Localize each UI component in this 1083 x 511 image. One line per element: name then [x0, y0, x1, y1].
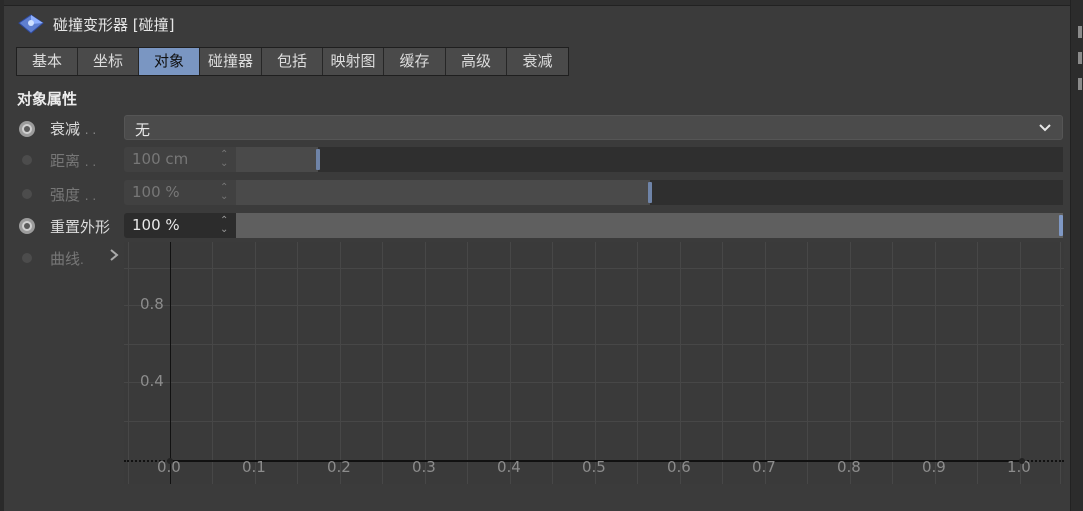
tab-cache[interactable]: 缓存 [384, 48, 446, 75]
distance-animate-radio[interactable] [22, 155, 32, 165]
falloff-label: 衰减 . . [50, 120, 97, 138]
x-tick-label: 0.9 [922, 458, 946, 476]
x-tick-label: 0.8 [837, 458, 861, 476]
restore-shape-slider-fill [236, 213, 1063, 238]
curve-point-end[interactable] [1019, 458, 1025, 464]
restore-shape-label: 重置外形 [50, 218, 111, 236]
falloff-value: 无 [135, 121, 151, 139]
distance-slider-handle[interactable] [316, 149, 320, 170]
tab-collider[interactable]: 碰撞器 [200, 48, 262, 75]
tab-coordinates[interactable]: 坐标 [78, 48, 139, 75]
tab-basic[interactable]: 基本 [17, 48, 78, 75]
section-title: 对象属性 [17, 90, 78, 108]
curve-graph[interactable]: 0.8 0.4 0.0 0.1 0.2 0.3 0.4 0.5 0.6 0.7 … [124, 242, 1064, 484]
tab-object[interactable]: 对象 [139, 48, 200, 75]
falloff-select[interactable]: 无 [124, 115, 1063, 140]
y-tick-label: 0.4 [140, 372, 164, 390]
right-panel-edge[interactable] [1070, 0, 1083, 511]
x-tick-label: 0.6 [667, 458, 691, 476]
distance-slider[interactable] [236, 147, 1063, 172]
restore-shape-stepper-icon[interactable]: ⌃ ⌄ [220, 216, 228, 235]
strength-slider-fill [236, 180, 650, 205]
strength-slider[interactable] [236, 180, 1063, 205]
falloff-animate-radio[interactable] [19, 121, 35, 137]
x-tick-label: 0.1 [242, 458, 266, 476]
left-panel-edge [0, 0, 4, 511]
restore-shape-value: 100 % [132, 216, 180, 234]
distance-value: 100 cm [132, 150, 189, 168]
x-tick-label: 0.4 [497, 458, 521, 476]
distance-slider-fill [236, 147, 318, 172]
distance-label: 距离 . . [50, 152, 97, 170]
x-tick-label: 0.2 [327, 458, 351, 476]
distance-field[interactable]: 100 cm ⌃ ⌄ [124, 147, 236, 172]
top-panel-strip [4, 0, 1070, 6]
strength-label: 强度 . . [50, 186, 97, 204]
scroll-mark [1078, 52, 1082, 64]
tab-include[interactable]: 包括 [262, 48, 323, 75]
strength-value: 100 % [132, 183, 180, 201]
curve-point-start[interactable] [167, 458, 173, 464]
strength-stepper-icon[interactable]: ⌃ ⌄ [220, 183, 228, 202]
restore-shape-slider[interactable] [236, 213, 1063, 238]
tab-map[interactable]: 映射图 [323, 48, 384, 75]
strength-animate-radio[interactable] [22, 189, 32, 199]
x-tick-label: 0.3 [412, 458, 436, 476]
tab-advanced[interactable]: 高级 [446, 48, 507, 75]
distance-stepper-icon[interactable]: ⌃ ⌄ [220, 150, 228, 169]
tab-bar: 基本 坐标 对象 碰撞器 包括 映射图 缓存 高级 衰减 [16, 47, 569, 76]
y-axis [170, 242, 171, 484]
restore-shape-animate-radio[interactable] [19, 218, 35, 234]
chevron-down-icon [1039, 124, 1051, 132]
collision-deformer-icon [18, 14, 44, 34]
curve-animate-radio[interactable] [22, 253, 32, 263]
restore-shape-field[interactable]: 100 % ⌃ ⌄ [124, 213, 236, 238]
x-tick-label: 0.5 [582, 458, 606, 476]
scroll-mark [1078, 26, 1082, 38]
scroll-mark [1078, 78, 1082, 90]
strength-field[interactable]: 100 % ⌃ ⌄ [124, 180, 236, 205]
strength-slider-handle[interactable] [648, 182, 652, 203]
y-tick-label: 0.8 [140, 295, 164, 313]
x-tick-label: 0.7 [752, 458, 776, 476]
tab-falloff[interactable]: 衰减 [507, 48, 568, 75]
curve-label: 曲线. [50, 250, 84, 268]
chevron-right-icon[interactable] [108, 248, 120, 262]
restore-shape-slider-handle[interactable] [1059, 215, 1063, 236]
panel-title: 碰撞变形器 [碰撞] [53, 16, 175, 34]
